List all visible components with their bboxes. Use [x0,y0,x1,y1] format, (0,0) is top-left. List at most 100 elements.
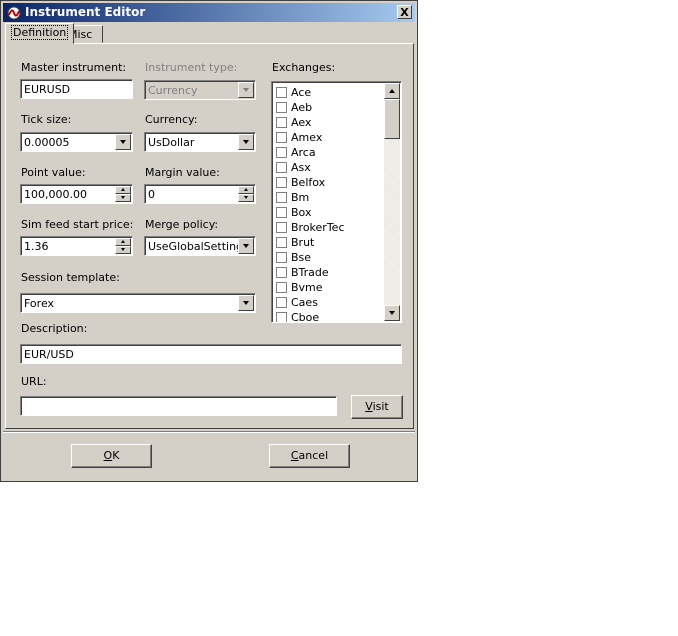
session-template-label: Session template: [21,271,120,284]
exchange-checkbox[interactable] [276,207,287,218]
exchange-label: Aeb [291,101,313,114]
spin-up-icon[interactable] [238,186,254,194]
instrument-type-dropdown-icon [238,82,254,98]
merge-policy-label: Merge policy: [145,218,219,231]
exchange-checkbox[interactable] [276,297,287,308]
exchange-label: Bvme [291,281,323,294]
exchange-label: Aex [291,116,312,129]
merge-policy-select[interactable]: UseGlobalSettings [144,236,256,256]
exchange-checkbox[interactable] [276,252,287,263]
scroll-down-icon[interactable] [384,305,400,321]
master-instrument-value: EURUSD [24,83,71,96]
description-input[interactable]: EUR/USD [20,344,402,364]
footer-separator [3,431,415,433]
scroll-up-icon[interactable] [384,83,400,99]
app-icon [7,6,21,20]
exchange-label: Cboe [291,311,320,323]
tab-definition-label: Definition [11,25,69,40]
spin-up-icon[interactable] [115,238,131,246]
tab-definition[interactable]: Definition [5,23,75,44]
sim-feed-start-price-value: 1.36 [24,240,49,253]
exchange-checkbox[interactable] [276,147,287,158]
margin-value-input[interactable]: 0 [144,184,256,204]
exchange-label: Amex [291,131,323,144]
exchange-label: Bm [291,191,310,204]
currency-value: UsDollar [148,136,195,149]
exchange-checkbox[interactable] [276,177,287,188]
description-value: EUR/USD [24,348,74,361]
cancel-mnemonic: C [290,449,299,462]
exchange-checkbox[interactable] [276,132,287,143]
spin-up-icon[interactable] [115,186,131,194]
master-instrument-label: Master instrument: [21,61,127,74]
exchange-checkbox[interactable] [276,222,287,233]
exchange-checkbox[interactable] [276,117,287,128]
session-template-value: Forex [24,297,55,310]
master-instrument-input[interactable]: EURUSD [20,79,133,99]
margin-value-spinner[interactable] [238,186,254,202]
exchanges-label: Exchanges: [272,61,336,74]
ok-label-rest: K [112,449,120,462]
exchange-checkbox[interactable] [276,162,287,173]
instrument-type-select: Currency [144,80,256,100]
exchange-label: Asx [291,161,311,174]
sim-feed-start-price-input[interactable]: 1.36 [20,236,133,256]
exchange-label: Brut [291,236,315,249]
exchanges-list[interactable]: Ace Aeb Aex Amex Arca Asx Belfox Bm Box BrokerTec… [271,81,402,323]
close-button[interactable]: X [397,5,412,19]
exchange-label: Ace [291,86,312,99]
currency-select[interactable]: UsDollar [144,132,256,152]
exchange-checkbox[interactable] [276,87,287,98]
ok-button[interactable]: OK [71,444,152,468]
url-label: URL: [21,375,47,388]
exchange-checkbox[interactable] [276,282,287,293]
point-value-spinner[interactable] [115,186,131,202]
instrument-editor-window: Instrument Editor X Definition Misc Mast… [0,0,418,482]
point-value-value: 100,000.00 [24,188,87,201]
exchange-checkbox[interactable] [276,102,287,113]
spin-down-icon[interactable] [238,194,254,202]
scroll-thumb[interactable] [384,99,400,139]
tick-size-label: Tick size: [21,113,72,126]
exchange-label: Belfox [291,176,326,189]
cancel-label-rest: ancel [298,449,329,462]
merge-policy-dropdown-icon[interactable] [238,238,254,254]
margin-value-label: Margin value: [145,166,220,179]
sim-feed-start-price-label: Sim feed start price: [21,218,134,231]
exchange-checkbox[interactable] [276,237,287,248]
exchange-checkbox[interactable] [276,312,287,322]
exchange-label: Box [291,206,312,219]
point-value-label: Point value: [21,166,86,179]
spin-down-icon[interactable] [115,246,131,254]
session-template-select[interactable]: Forex [20,293,256,313]
exchanges-scrollbar[interactable] [384,83,400,321]
instrument-type-label: Instrument type: [145,61,238,74]
exchange-checkbox[interactable] [276,267,287,278]
exchange-checkbox[interactable] [276,192,287,203]
instrument-type-value: Currency [148,84,198,97]
exchange-label: Arca [291,146,316,159]
url-input[interactable] [20,396,337,416]
merge-policy-value: UseGlobalSettings [148,240,249,253]
tick-size-select[interactable]: 0.00005 [20,132,133,152]
cancel-button[interactable]: Cancel [269,444,350,468]
exchange-label: Caes [291,296,318,309]
exchange-label: BrokerTec [291,221,345,234]
ok-mnemonic: O [103,449,113,462]
visit-label-rest: isit [372,400,389,413]
sim-feed-spinner[interactable] [115,238,131,254]
title-bar[interactable]: Instrument Editor X [3,3,415,22]
exchange-label: BTrade [291,266,329,279]
visit-mnemonic: V [365,400,373,413]
currency-dropdown-icon[interactable] [238,134,254,150]
window-title: Instrument Editor [25,5,146,19]
tick-size-value: 0.00005 [24,136,70,149]
tick-size-dropdown-icon[interactable] [115,134,131,150]
point-value-input[interactable]: 100,000.00 [20,184,133,204]
exchange-label: Bse [291,251,312,264]
visit-button[interactable]: Visit [351,395,403,419]
currency-label: Currency: [145,113,198,126]
margin-value-value: 0 [148,188,155,201]
session-template-dropdown-icon[interactable] [238,295,254,311]
spin-down-icon[interactable] [115,194,131,202]
